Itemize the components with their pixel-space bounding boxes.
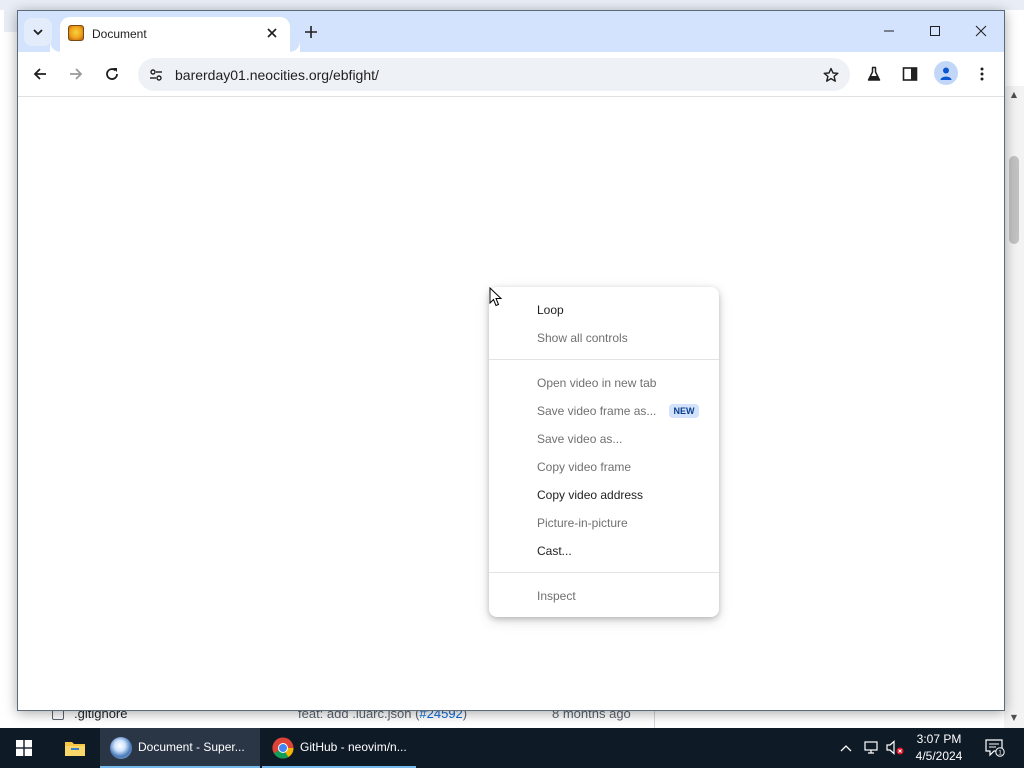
clock-time: 3:07 PM [916, 732, 962, 746]
network-button[interactable] [860, 728, 882, 768]
action-center-button[interactable]: 1 [980, 728, 1010, 768]
plus-icon [305, 26, 317, 38]
volume-button[interactable] [884, 728, 906, 768]
taskbar-app-document[interactable]: Document - Super... [100, 728, 260, 768]
chevron-down-icon [33, 29, 43, 36]
flask-icon [867, 66, 881, 81]
menu-item-label: Cast... [537, 544, 572, 558]
minimize-icon [884, 30, 894, 32]
menu-item-label: Save video frame as... [537, 404, 657, 418]
title-bar: Document [18, 11, 1004, 52]
menu-item-inspect[interactable]: Inspect [489, 582, 719, 610]
reload-button[interactable] [98, 60, 126, 88]
new-tab-button[interactable] [300, 21, 322, 43]
profile-avatar[interactable] [934, 61, 958, 85]
menu-item-save-video[interactable]: Save video as... [489, 425, 719, 453]
menu-item-copy-video-frame[interactable]: Copy video frame [489, 453, 719, 481]
taskbar-app-label: GitHub - neovim/n... [300, 740, 407, 754]
minimize-button[interactable] [866, 11, 912, 51]
back-button[interactable] [26, 60, 54, 88]
maximize-icon [930, 26, 940, 36]
scroll-down-arrow-icon[interactable]: ▼ [1009, 713, 1019, 723]
menu-item-label: Picture-in-picture [537, 516, 628, 530]
star-icon [823, 67, 839, 82]
menu-item-label: Inspect [537, 589, 576, 603]
tune-icon [150, 69, 162, 81]
forward-button[interactable] [62, 60, 90, 88]
menu-item-save-video-frame[interactable]: Save video frame as... NEW [489, 397, 719, 425]
new-badge: NEW [669, 404, 699, 418]
supermium-icon [110, 737, 132, 759]
window-close-button[interactable] [958, 11, 1004, 51]
taskbar-app-label: Document - Super... [138, 740, 245, 754]
tab-document[interactable]: Document [60, 17, 300, 52]
menu-separator [489, 359, 719, 360]
background-titlebar [0, 0, 1024, 10]
notification-icon: 1 [985, 739, 1005, 757]
taskbar-clock[interactable]: 3:07 PM 4/5/2024 [906, 731, 972, 765]
mouse-cursor-icon [489, 287, 503, 307]
menu-item-cast[interactable]: Cast... [489, 537, 719, 565]
menu-item-label: Copy video address [537, 488, 644, 502]
file-explorer-button[interactable] [52, 728, 98, 768]
taskbar: Document - Super... GitHub - neovim/n...… [0, 728, 1024, 768]
folder-icon [65, 742, 85, 756]
menu-item-open-video-new-tab[interactable]: Open video in new tab [489, 369, 719, 397]
address-bar[interactable]: barerday01.neocities.org/ebfight/ [138, 58, 850, 91]
show-hidden-icons-button[interactable] [836, 728, 856, 768]
tab-close-button[interactable] [264, 25, 280, 41]
side-panel-icon [902, 67, 918, 81]
chevron-up-icon [840, 745, 852, 752]
bookmark-button[interactable] [820, 64, 842, 86]
maximize-button[interactable] [912, 11, 958, 51]
menu-item-label: Save video as... [537, 432, 623, 446]
menu-button[interactable] [968, 60, 996, 88]
labs-button[interactable] [860, 60, 888, 88]
volume-muted-icon [886, 740, 904, 755]
menu-item-loop[interactable]: Loop [489, 296, 719, 324]
clock-date: 4/5/2024 [915, 749, 963, 763]
menu-item-label: Show all controls [537, 331, 628, 345]
reload-icon [106, 68, 118, 80]
scroll-up-arrow-icon[interactable]: ▲ [1009, 90, 1019, 100]
site-info-button[interactable] [146, 65, 166, 85]
menu-item-show-all-controls[interactable]: Show all controls [489, 324, 719, 352]
menu-item-picture-in-picture[interactable]: Picture-in-picture [489, 509, 719, 537]
arrow-left-icon [33, 68, 46, 80]
close-icon [267, 28, 277, 38]
network-icon [864, 741, 878, 754]
url-text[interactable]: barerday01.neocities.org/ebfight/ [175, 67, 379, 83]
scrollbar-thumb[interactable] [1009, 156, 1019, 244]
menu-item-label: Open video in new tab [537, 376, 657, 390]
tab-search-button[interactable] [24, 18, 52, 46]
site-favicon-icon [68, 25, 84, 41]
windows-logo-icon [16, 740, 32, 756]
person-icon [940, 67, 952, 80]
close-icon [975, 25, 987, 37]
start-button[interactable] [0, 728, 48, 768]
taskbar-app-github[interactable]: GitHub - neovim/n... [262, 728, 416, 768]
side-panel-button[interactable] [896, 60, 924, 88]
video-context-menu: Loop Show all controls Open video in new… [489, 287, 719, 617]
tab-title: Document [92, 27, 147, 41]
chrome-icon [272, 737, 294, 759]
menu-separator [489, 572, 719, 573]
menu-item-label: Copy video frame [537, 460, 632, 474]
arrow-right-icon [70, 68, 83, 80]
notification-count: 1 [998, 750, 1002, 757]
menu-item-label: Loop [537, 303, 564, 317]
menu-item-copy-video-address[interactable]: Copy video address [489, 481, 719, 509]
more-vertical-icon [980, 67, 984, 81]
browser-toolbar: barerday01.neocities.org/ebfight/ [18, 52, 1004, 97]
